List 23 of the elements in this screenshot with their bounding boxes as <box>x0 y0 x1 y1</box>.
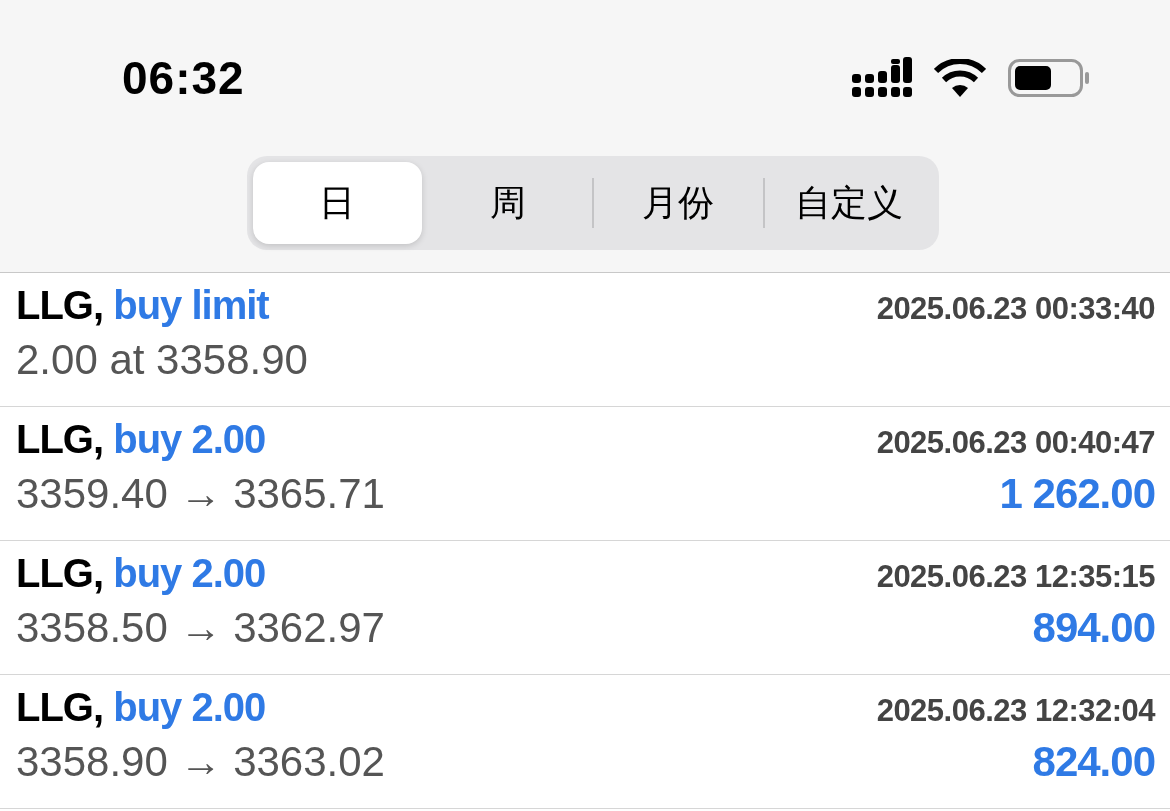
order-prices: 2.00 at 3358.90 <box>16 336 308 384</box>
order-title: LLG, buy 2.00 <box>16 685 266 730</box>
order-profit: 1 262.00 <box>999 470 1155 518</box>
order-profit: 824.00 <box>1032 738 1155 786</box>
order-time: 2025.06.23 00:33:40 <box>876 291 1155 327</box>
segment-tab[interactable]: 日 <box>253 162 422 244</box>
order-prices: 3359.40 → 3365.71 <box>16 470 385 518</box>
order-title: LLG, buy 2.00 <box>16 551 266 596</box>
segment-tab[interactable]: 自定义 <box>764 162 933 244</box>
order-prices: 3358.50 → 3362.97 <box>16 604 385 652</box>
order-title: LLG, buy 2.00 <box>16 417 266 462</box>
order-time: 2025.06.23 12:35:15 <box>876 559 1155 595</box>
status-time: 06:32 <box>122 51 245 105</box>
order-time: 2025.06.23 12:32:04 <box>876 693 1155 729</box>
signal-icon <box>852 57 912 99</box>
order-profit: 894.00 <box>1032 604 1155 652</box>
segment-tab[interactable]: 周 <box>423 162 592 244</box>
wifi-icon <box>934 59 986 97</box>
order-time: 2025.06.23 00:40:47 <box>876 425 1155 461</box>
battery-icon <box>1008 59 1090 97</box>
segment-tab[interactable]: 月份 <box>594 162 763 244</box>
order-title: LLG, buy limit <box>16 283 269 328</box>
order-prices: 3358.90 → 3363.02 <box>16 738 385 786</box>
